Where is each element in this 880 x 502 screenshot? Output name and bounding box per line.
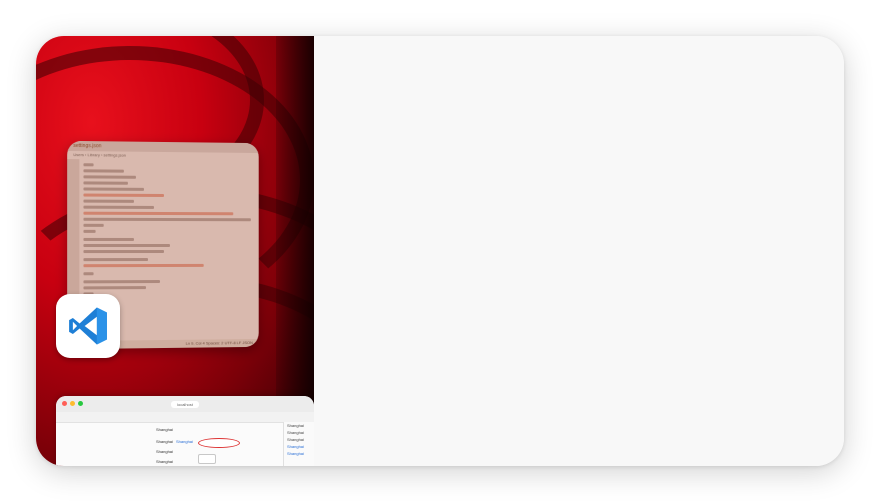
code-line — [83, 187, 144, 190]
code-line — [83, 258, 148, 261]
minimize-icon[interactable] — [70, 401, 75, 406]
browser-toolbar: localhost — [56, 396, 314, 412]
code-line — [83, 206, 154, 209]
form-link[interactable]: Shanghai — [176, 439, 193, 444]
side-panel-item: Shanghai — [284, 422, 314, 429]
code-line — [83, 238, 134, 241]
recent-app-preview[interactable]: settings.json Users › Library › settings… — [36, 36, 314, 466]
code-line — [83, 286, 146, 289]
code-line — [83, 169, 123, 172]
browser-ruler — [56, 412, 314, 423]
code-line — [83, 212, 233, 216]
code-line — [83, 250, 164, 253]
empty-content-pane — [314, 36, 844, 466]
text-input[interactable] — [198, 454, 216, 464]
form-label: Shanghai — [156, 449, 173, 454]
code-line — [83, 244, 170, 247]
side-panel-item: Shanghai — [284, 429, 314, 436]
side-panel-link[interactable]: Shanghai — [284, 450, 314, 457]
side-panel-link[interactable]: Shanghai — [284, 443, 314, 450]
vscode-icon — [67, 305, 109, 347]
side-panel: Shanghai Shanghai Shanghai Shanghai Shan… — [283, 422, 314, 466]
code-line — [83, 224, 103, 227]
form-label: Shanghai — [156, 459, 173, 464]
code-line — [83, 194, 164, 197]
text-input[interactable] — [198, 438, 240, 448]
code-line — [83, 163, 93, 166]
address-bar[interactable]: localhost — [171, 401, 199, 408]
editor-tab[interactable]: settings.json — [73, 141, 101, 151]
form-label: Shanghai — [156, 439, 173, 444]
code-line — [83, 272, 93, 275]
side-panel-item: Shanghai — [284, 436, 314, 443]
close-icon[interactable] — [62, 401, 67, 406]
editor-breadcrumb: Users › Library › settings.json — [67, 151, 259, 161]
window-controls — [62, 401, 83, 406]
code-line — [83, 181, 127, 184]
zoom-icon[interactable] — [78, 401, 83, 406]
vscode-app-icon[interactable] — [56, 294, 120, 358]
code-line — [83, 280, 160, 283]
code-line — [83, 230, 95, 233]
code-line — [83, 200, 134, 203]
code-line — [83, 175, 136, 178]
form-label: Shanghai — [156, 427, 173, 432]
browser-window[interactable]: localhost Shanghai Shanghai Shanghai Sha… — [56, 396, 314, 466]
code-line — [83, 218, 250, 221]
code-line — [83, 264, 203, 267]
app-switcher-card: settings.json Users › Library › settings… — [36, 36, 844, 466]
